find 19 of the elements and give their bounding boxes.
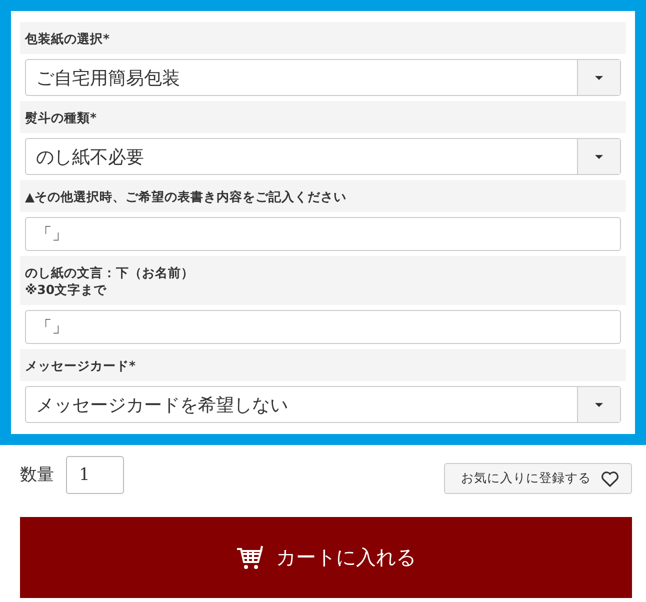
- input-field[interactable]: 「」: [25, 310, 621, 344]
- field-label: ▲その他選択時、ご希望の表書き内容をご記入ください: [20, 180, 626, 212]
- field-label: のし紙の文言：下（お名前） ※30文字まで: [20, 256, 626, 305]
- caret-icon: [595, 402, 603, 406]
- field-label: 熨斗の種類*: [20, 101, 626, 133]
- caret-icon: [595, 76, 603, 80]
- select-field[interactable]: ご自宅用簡易包装: [25, 59, 621, 96]
- favorite-button[interactable]: お気に入りに登録する: [444, 463, 632, 494]
- field-label: メッセージカード*: [20, 349, 626, 381]
- quantity-field[interactable]: 1: [66, 456, 124, 494]
- select-field[interactable]: メッセージカードを希望しない: [25, 386, 621, 423]
- caret-icon: [595, 154, 603, 158]
- cart-icon: [236, 544, 264, 572]
- field-label: 包装紙の選択*: [20, 22, 626, 54]
- quantity-label: 数量: [20, 464, 54, 486]
- input-field[interactable]: 「」: [25, 217, 621, 251]
- select-field[interactable]: のし紙不必要: [25, 138, 621, 175]
- add-to-cart-button[interactable]: カートに入れる: [20, 517, 632, 598]
- heart-icon: [601, 470, 619, 486]
